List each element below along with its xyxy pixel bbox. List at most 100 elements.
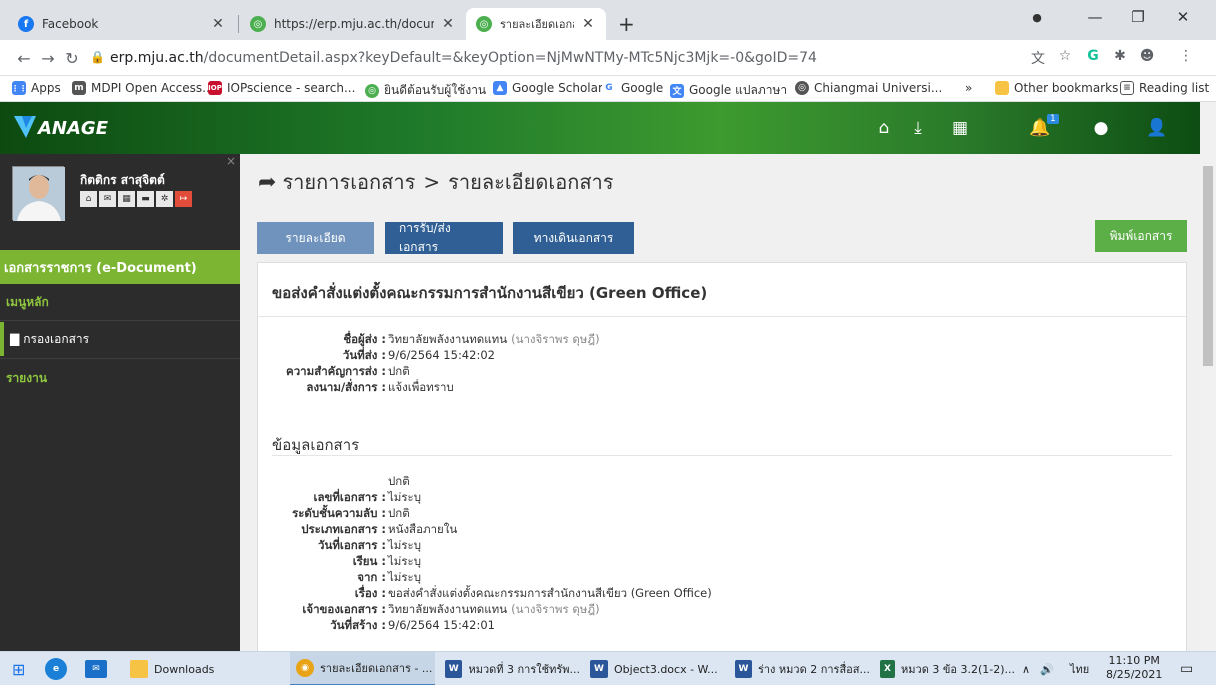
sidebar-item-label: รายงาน (6, 370, 48, 385)
home-icon[interactable]: ⌂ (873, 118, 895, 138)
sidebar-item-e-document[interactable]: เอกสารราชการ (e-Document) (0, 250, 240, 284)
tray-chevron-icon[interactable]: ∧ (1022, 652, 1030, 685)
grammarly-icon[interactable]: G (1083, 48, 1103, 68)
section-title: ข้อมูลเอกสาร (272, 436, 360, 454)
windows-start-icon[interactable]: ⊞ (12, 652, 25, 685)
restore-icon[interactable]: ❐ (1123, 8, 1153, 26)
doc-info-row: วันที่สร้าง :9/6/2564 15:42:01 (258, 617, 495, 633)
bookmark-apps[interactable]: ⋮⋮ Apps (11, 81, 61, 95)
bookmark-label: IOPscience - search... (227, 81, 356, 95)
extensions-icon[interactable]: ✱ (1110, 48, 1130, 68)
edge-icon[interactable]: e (45, 652, 73, 685)
vanage-logo[interactable]: ANAGE (12, 112, 130, 142)
bookmark-iop[interactable]: IOP IOPscience - search... (208, 81, 355, 95)
facebook-icon: f (18, 16, 34, 32)
tab-label: รายละเอียด (285, 230, 346, 245)
svg-text:ANAGE: ANAGE (36, 118, 109, 139)
user-icon[interactable]: 👤 (1146, 118, 1168, 138)
taskbar-item-downloads[interactable]: Downloads (130, 652, 265, 685)
browser-tab-active[interactable]: ◎ รายละเอียดเอกสาร ✕ (466, 8, 606, 40)
download-icon[interactable]: ⤓ (907, 118, 929, 138)
excel-icon: X (880, 660, 896, 678)
other-bookmarks[interactable]: Other bookmarks (995, 81, 1118, 95)
main-content: ➦ รายการเอกสาร > รายละเอียดเอกสาร รายละเ… (240, 154, 1200, 651)
globe-icon: ◎ (476, 16, 492, 32)
document-icon: ▇ (10, 332, 20, 346)
bookmark-google[interactable]: G Google (602, 81, 663, 95)
volume-icon[interactable]: 🔊 (1040, 652, 1054, 685)
browser-tab-document[interactable]: ◎ https://erp.mju.ac.th/documentF ✕ (240, 8, 466, 40)
print-document-button[interactable]: พิมพ์เอกสาร (1095, 220, 1187, 252)
reload-icon[interactable]: ↻ (62, 49, 82, 68)
bookmarks-overflow[interactable]: » (965, 81, 972, 95)
taskbar-item-word-2[interactable]: W Object3.docx - W... (590, 652, 725, 685)
home-icon[interactable]: ⌂ (80, 191, 97, 207)
close-tab-icon[interactable]: ✕ (440, 16, 456, 32)
new-tab-icon[interactable]: + (618, 12, 635, 36)
avatar-icon[interactable]: ☻ (1137, 48, 1157, 68)
reading-list[interactable]: ≡ Reading list (1120, 81, 1209, 95)
globe-icon: ◎ (365, 83, 379, 98)
translate-icon[interactable]: 文 (1028, 48, 1048, 68)
field-value: วิทยาลัยพลังงานทดแทน (388, 602, 508, 616)
taskbar-item-chrome[interactable]: ◉ รายละเอียดเอกสาร - ... (290, 652, 435, 685)
url-field[interactable]: erp.mju.ac.th/documentDetail.aspx?keyDef… (110, 50, 817, 66)
tab-label: ทางเดินเอกสาร (533, 230, 614, 245)
sidebar-item-report[interactable]: รายงาน (0, 360, 240, 396)
minimize-icon[interactable]: — (1080, 8, 1110, 26)
close-icon[interactable]: × (226, 154, 236, 168)
bookmark-label: MDPI Open Access... (91, 81, 214, 95)
bookmark-scholar[interactable]: ▲ Google Scholar (493, 81, 603, 95)
menu-icon[interactable]: ⋮ (1176, 48, 1196, 68)
page-scrollbar[interactable] (1200, 102, 1216, 651)
close-tab-icon[interactable]: ✕ (580, 16, 596, 32)
logout-icon[interactable]: ↦ (175, 191, 192, 207)
forward-icon[interactable]: → (38, 49, 58, 68)
calendar-icon[interactable]: ▦ (949, 118, 971, 138)
sidebar-item-main-menu[interactable]: เมนูหลัก (0, 284, 240, 320)
taskbar-item-excel[interactable]: X หมวด 3 ข้อ 3.2(1-2)... (880, 652, 1015, 685)
bookmark-welcome[interactable]: ◎ ยินดีต้อนรับผู้ใช้งาน (365, 81, 486, 100)
bookmark-mdpi[interactable]: m MDPI Open Access... (72, 81, 214, 95)
language-indicator[interactable]: ไทย (1070, 652, 1089, 685)
taskbar-item-word-1[interactable]: W หมวดที่ 3 การใช้ทรัพ... (445, 652, 580, 685)
doc-info-row: ประเภทเอกสาร : หนังสือภายใน (258, 521, 457, 537)
scrollbar-thumb[interactable] (1203, 166, 1213, 366)
field-label: ชื่อผู้ส่ง : (343, 332, 386, 346)
word-icon: W (590, 660, 608, 678)
notifications-icon[interactable]: ▭ (1180, 652, 1193, 685)
back-icon[interactable]: ← (14, 49, 34, 68)
tab-send-receive[interactable]: การรับ/ส่งเอกสาร (385, 221, 503, 254)
star-icon[interactable]: ☆ (1055, 48, 1075, 68)
mail-icon[interactable]: ✉ (85, 652, 113, 685)
tab-details[interactable]: รายละเอียด (257, 222, 374, 254)
close-window-icon[interactable]: ✕ (1168, 8, 1198, 26)
close-tab-icon[interactable]: ✕ (210, 16, 226, 32)
sidebar-item-label: กรองเอกสาร (23, 331, 90, 346)
page-title: ➦ รายการเอกสาร > รายละเอียดเอกสาร (258, 166, 614, 198)
word-icon: W (735, 660, 752, 678)
gear-icon[interactable]: ✲ (156, 191, 173, 207)
tab-title: Facebook (42, 17, 99, 31)
iop-icon: IOP (208, 81, 222, 95)
field-value: ไม่ระบุ (388, 538, 422, 552)
profile-icon[interactable]: ● (1022, 11, 1052, 24)
calendar-icon[interactable]: ▦ (118, 191, 135, 207)
chat-icon[interactable]: ● (1090, 118, 1112, 138)
chat-icon[interactable]: ▬ (137, 191, 154, 207)
sidebar-item-doc-filter[interactable]: ▇ กรองเอกสาร (0, 322, 240, 356)
field-label: เรื่อง : (354, 586, 386, 600)
mail-icon[interactable]: ✉ (99, 191, 116, 207)
chrome-icon: ◉ (296, 659, 314, 677)
doc-info-row: เรื่อง : ขอส่งคำสั่งแต่งตั้งคณะกรรมการสำน… (258, 585, 712, 601)
bookmark-translate[interactable]: 文 Google แปลภาษา (670, 81, 787, 100)
clock[interactable]: 11:10 PM 8/25/2021 (1106, 654, 1162, 682)
breadcrumb-root[interactable]: รายการเอกสาร (282, 166, 415, 198)
browser-tab-strip: f Facebook ✕ ◎ https://erp.mju.ac.th/doc… (0, 0, 1216, 40)
browser-tab-facebook[interactable]: f Facebook ✕ (8, 8, 236, 40)
bookmark-cmu[interactable]: ◎ Chiangmai Universi... (795, 81, 942, 95)
back-arrow-icon[interactable]: ➦ (258, 170, 276, 195)
tab-document-path[interactable]: ทางเดินเอกสาร (513, 222, 634, 254)
google-icon: G (602, 81, 616, 95)
taskbar-item-word-3[interactable]: W ร่าง หมวด 2 การสื่อส... (735, 652, 870, 685)
